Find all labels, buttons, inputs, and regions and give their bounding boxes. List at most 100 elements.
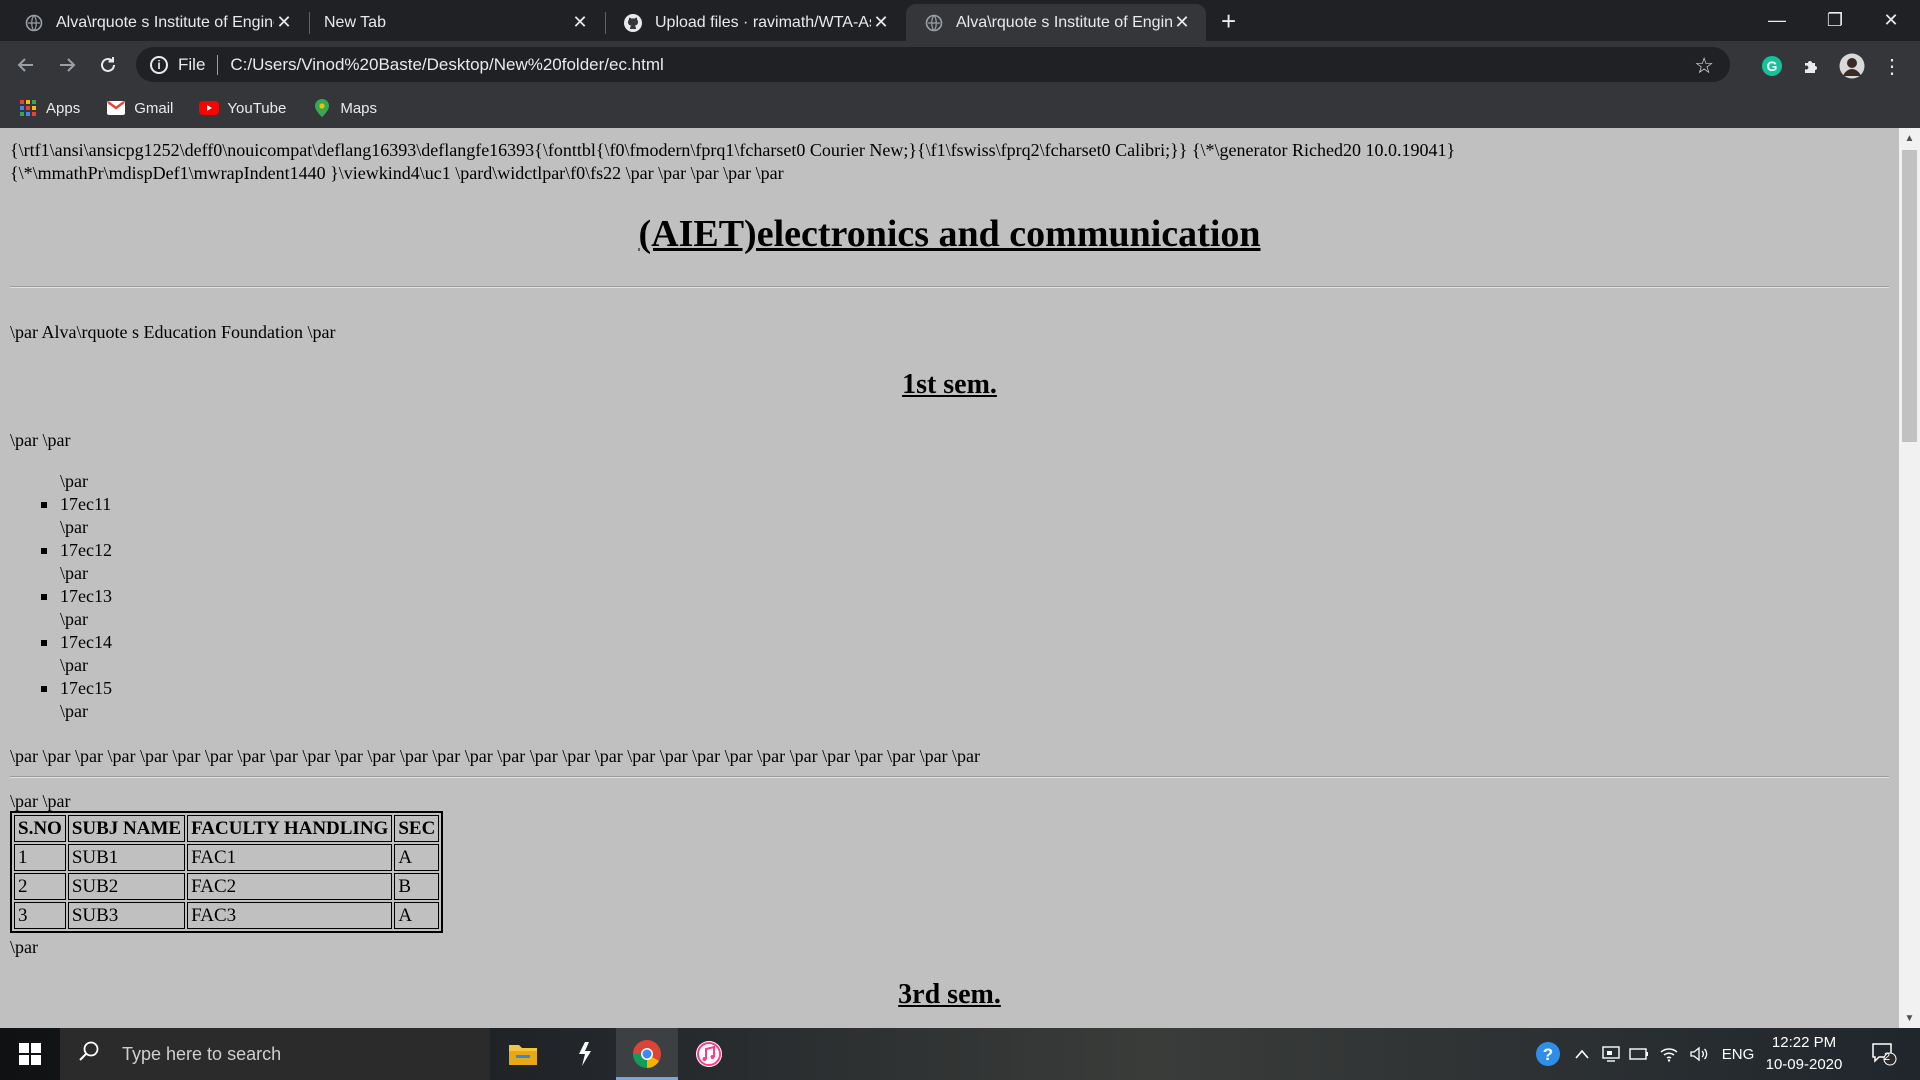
tab-title: Alva\rquote s Institute of Enginee bbox=[956, 13, 1172, 31]
tab-aiet-active[interactable]: Alva\rquote s Institute of Enginee ✕ bbox=[906, 4, 1206, 41]
sublime-text-icon[interactable] bbox=[554, 1028, 616, 1080]
new-tab-button[interactable]: + bbox=[1221, 7, 1236, 35]
list-item: 17ec15 bbox=[41, 678, 112, 698]
chevron-up-icon[interactable] bbox=[1570, 1028, 1594, 1080]
page-title: (AIET)electronics and communication bbox=[638, 213, 1261, 255]
list-item: \par bbox=[60, 517, 88, 537]
table-header-cell: S.NO bbox=[14, 815, 66, 842]
search-icon bbox=[78, 1040, 104, 1068]
bookmark-label: Apps bbox=[46, 99, 81, 117]
file-explorer-icon[interactable] bbox=[492, 1028, 554, 1080]
notification-center-icon[interactable]: 2 bbox=[1864, 1028, 1904, 1080]
close-icon[interactable]: ✕ bbox=[570, 12, 590, 33]
table-cell: SUB1 bbox=[67, 844, 186, 871]
foundation-text: \par Alva\rquote s Education Foundation … bbox=[10, 322, 336, 342]
maps-pin-icon bbox=[312, 99, 332, 117]
windows-start-icon[interactable] bbox=[0, 1028, 60, 1080]
youtube-icon bbox=[199, 99, 220, 117]
help-icon[interactable]: ? bbox=[1533, 1028, 1563, 1080]
taskbar-search-box[interactable]: Type here to search bbox=[60, 1028, 490, 1080]
table-cell: 2 bbox=[14, 873, 66, 900]
tab-github-upload[interactable]: Upload files · ravimath/WTA-Assi ✕ bbox=[605, 4, 905, 41]
window-close-button[interactable]: ✕ bbox=[1862, 0, 1920, 41]
close-icon[interactable]: ✕ bbox=[1172, 12, 1192, 33]
language-indicator[interactable]: ENG bbox=[1718, 1028, 1758, 1080]
windows-taskbar: Type here to search ? ENG 12:22 PM 10-09… bbox=[0, 1028, 1920, 1080]
table-header-cell: FACULTY HANDLING bbox=[187, 815, 393, 842]
bookmark-label: YouTube bbox=[227, 99, 287, 117]
minimize-button[interactable]: — bbox=[1748, 0, 1806, 41]
bookmark-gmail[interactable]: Gmail bbox=[106, 99, 173, 117]
table-header-cell: SUBJ NAME bbox=[67, 815, 186, 842]
par-text: \par \par bbox=[10, 791, 71, 811]
back-arrow-icon[interactable] bbox=[10, 49, 42, 81]
tab-aiet-1[interactable]: Alva\rquote s Institute of Enginee ✕ bbox=[0, 4, 308, 41]
notification-count: 2 bbox=[1884, 1051, 1891, 1063]
table-cell: FAC3 bbox=[187, 902, 393, 929]
page-content: {\rtf1\ansi\ansicpg1252\deff0\nouicompat… bbox=[0, 128, 1899, 1028]
tab-strip: Alva\rquote s Institute of Enginee ✕ New… bbox=[0, 0, 1920, 41]
bookmark-apps[interactable]: Apps bbox=[18, 99, 80, 117]
table-header-cell: SEC bbox=[394, 815, 440, 842]
table-row: 3 SUB3 FAC3 A bbox=[14, 902, 440, 929]
tab-new-tab[interactable]: New Tab ✕ bbox=[300, 4, 604, 41]
close-icon[interactable]: ✕ bbox=[871, 12, 891, 33]
chrome-icon[interactable] bbox=[616, 1028, 678, 1080]
table-cell: A bbox=[394, 844, 440, 871]
browser-toolbar: i File C:/Users/Vinod%20Baste/Desktop/Ne… bbox=[0, 41, 1920, 88]
reload-icon[interactable] bbox=[92, 49, 124, 81]
table-cell: A bbox=[394, 902, 440, 929]
rtf-header-line-1: {\rtf1\ansi\ansicpg1252\deff0\nouicompat… bbox=[10, 140, 1456, 160]
sem1-heading: 1st sem. bbox=[902, 369, 997, 400]
grammarly-icon[interactable]: G bbox=[1759, 53, 1785, 79]
list-item: \par bbox=[60, 471, 88, 491]
globe-icon bbox=[24, 13, 44, 33]
vertical-scrollbar[interactable]: ▲ ▼ bbox=[1899, 128, 1920, 1028]
table-row: 2 SUB2 FAC2 B bbox=[14, 873, 440, 900]
clock-time: 12:22 PM bbox=[1771, 1034, 1837, 1051]
table-cell: FAC1 bbox=[187, 844, 393, 871]
scrollbar-thumb[interactable] bbox=[1902, 150, 1917, 442]
search-placeholder: Type here to search bbox=[122, 1043, 282, 1064]
itunes-icon[interactable] bbox=[678, 1028, 740, 1080]
forward-arrow-icon[interactable] bbox=[51, 49, 83, 81]
close-icon[interactable]: ✕ bbox=[274, 12, 294, 33]
info-icon[interactable]: i bbox=[150, 55, 168, 74]
bookmark-maps[interactable]: Maps bbox=[312, 99, 377, 117]
extensions-puzzle-icon[interactable] bbox=[1799, 53, 1825, 79]
volume-icon[interactable] bbox=[1686, 1028, 1712, 1080]
maximize-button[interactable]: ❐ bbox=[1806, 0, 1864, 41]
bookmark-label: Maps bbox=[340, 99, 378, 117]
scroll-up-arrow-icon[interactable]: ▲ bbox=[1899, 128, 1920, 148]
bookmark-youtube[interactable]: YouTube bbox=[199, 99, 286, 117]
menu-kebab-icon[interactable]: ⋮ bbox=[1879, 53, 1905, 79]
clock-date: 10-09-2020 bbox=[1765, 1056, 1843, 1073]
battery-icon[interactable] bbox=[1626, 1028, 1652, 1080]
svg-text:?: ? bbox=[1543, 1045, 1553, 1064]
par-text: \par \par bbox=[10, 430, 71, 450]
horizontal-rule bbox=[10, 286, 1889, 288]
clock[interactable]: 12:22 PM 10-09-2020 bbox=[1757, 1032, 1851, 1076]
scroll-down-arrow-icon[interactable]: ▼ bbox=[1899, 1008, 1920, 1028]
list-item: 17ec11 bbox=[41, 494, 112, 514]
list-item: \par bbox=[60, 655, 88, 675]
network-device-icon[interactable] bbox=[1598, 1028, 1624, 1080]
profile-avatar[interactable] bbox=[1839, 53, 1865, 79]
table-header-row: S.NO SUBJ NAME FACULTY HANDLING SEC bbox=[14, 815, 440, 842]
table-cell: 1 bbox=[14, 844, 66, 871]
list-item: \par bbox=[60, 563, 88, 583]
globe-icon bbox=[924, 13, 944, 33]
apps-grid-icon bbox=[18, 99, 38, 117]
address-bar[interactable]: i File C:/Users/Vinod%20Baste/Desktop/Ne… bbox=[136, 47, 1730, 82]
sem3-heading: 3rd sem. bbox=[898, 979, 1001, 1010]
bookmark-star-icon[interactable]: ☆ bbox=[1694, 53, 1714, 79]
table-cell: 3 bbox=[14, 902, 66, 929]
wifi-icon[interactable] bbox=[1656, 1028, 1682, 1080]
bookmark-label: Gmail bbox=[134, 99, 174, 117]
omnibox-divider bbox=[217, 54, 219, 75]
bookmarks-bar: Apps Gmail YouTube Maps bbox=[0, 88, 1920, 128]
list-item: \par bbox=[60, 609, 88, 629]
tab-title: New Tab bbox=[324, 13, 386, 31]
url-text[interactable]: C:/Users/Vinod%20Baste/Desktop/New%20fol… bbox=[230, 55, 663, 75]
list-item: \par bbox=[60, 701, 88, 721]
